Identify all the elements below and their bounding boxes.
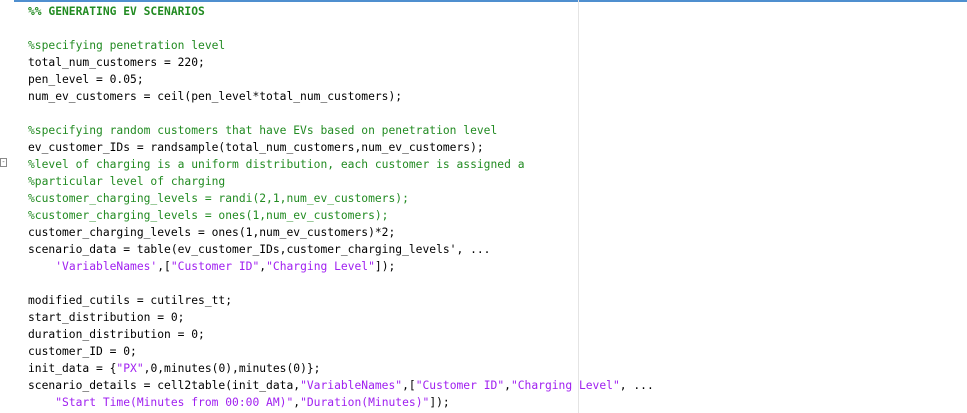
collapse-icon[interactable]: - [0, 158, 7, 167]
code-token: duration_distribution = 0; [28, 328, 205, 341]
code-line[interactable]: %specifying penetration level [28, 37, 654, 54]
code-line[interactable]: %% GENERATING EV SCENARIOS [28, 3, 654, 20]
editor-gutter: - [0, 0, 14, 413]
code-token: ]); [374, 260, 396, 273]
code-token: num_ev_customers = ceil(pen_level*total_… [28, 90, 403, 103]
comment-token: %particular level of charging [28, 175, 226, 188]
comment-token: %specifying penetration level [28, 39, 226, 52]
code-line[interactable]: scenario_details = cell2table(init_data,… [28, 377, 654, 394]
comment-token: %level of charging is a uniform distribu… [28, 158, 525, 171]
code-line[interactable]: %customer_charging_levels = ones(1,num_e… [28, 207, 654, 224]
code-token: ,[ [402, 379, 416, 392]
code-line[interactable]: modified_cutils = cutilres_tt; [28, 292, 654, 309]
code-line[interactable]: "Start Time(Minutes from 00:00 AM)","Dur… [28, 394, 654, 411]
editor-top-border [0, 0, 967, 2]
comment-token: %% GENERATING EV SCENARIOS [28, 5, 205, 18]
code-token: ,0,minutes(0),minutes(0)}; [143, 362, 321, 375]
comment-token: %customer_charging_levels = ones(1,num_e… [28, 209, 389, 222]
code-token: scenario_data = table(ev_customer_IDs,cu… [28, 243, 491, 256]
code-text-area[interactable]: %% GENERATING EV SCENARIOS %specifying p… [28, 3, 654, 411]
code-line[interactable]: scenario_data = table(ev_customer_IDs,cu… [28, 241, 654, 258]
code-line[interactable]: pen_level = 0.05; [28, 71, 654, 88]
string-token: "Charging Level" [266, 260, 375, 273]
string-token: "Charging Level" [510, 379, 620, 392]
code-line[interactable]: customer_ID = 0; [28, 343, 654, 360]
code-token: , ... [619, 379, 654, 392]
string-token: "Customer ID" [415, 379, 505, 392]
code-token: ,[ [157, 260, 171, 273]
code-line[interactable]: %particular level of charging [28, 173, 654, 190]
code-token: modified_cutils = cutilres_tt; [28, 294, 233, 307]
string-token: "Duration(Minutes)" [300, 396, 430, 409]
code-token: total_num_customers = 220; [28, 56, 205, 69]
string-token: "Customer ID" [170, 260, 260, 273]
code-line[interactable]: 'VariableNames',["Customer ID","Charging… [28, 258, 654, 275]
comment-token: %specifying random customers that have E… [28, 124, 498, 137]
code-line[interactable]: customer_charging_levels = ones(1,num_ev… [28, 224, 654, 241]
code-token: init_data = { [28, 362, 117, 375]
code-line[interactable]: %level of charging is a uniform distribu… [28, 156, 654, 173]
code-line[interactable]: duration_distribution = 0; [28, 326, 654, 343]
code-line[interactable]: num_ev_customers = ceil(pen_level*total_… [28, 88, 654, 105]
string-token: "VariableNames" [300, 379, 403, 392]
code-line[interactable]: start_distribution = 0; [28, 309, 654, 326]
code-line[interactable]: %customer_charging_levels = randi(2,1,nu… [28, 190, 654, 207]
code-line[interactable]: total_num_customers = 220; [28, 54, 654, 71]
code-line[interactable]: init_data = {"PX",0,minutes(0),minutes(0… [28, 360, 654, 377]
string-token: 'VariableNames' [55, 260, 158, 273]
code-line[interactable] [28, 105, 654, 122]
code-token: customer_ID = 0; [28, 345, 137, 358]
code-line[interactable]: %specifying random customers that have E… [28, 122, 654, 139]
code-token: ev_customer_IDs = randsample(total_num_c… [28, 141, 484, 154]
code-line[interactable]: ev_customer_IDs = randsample(total_num_c… [28, 139, 654, 156]
string-token: "PX" [116, 362, 144, 375]
code-token: customer_charging_levels = ones(1,num_ev… [28, 226, 396, 239]
code-token: scenario_details = cell2table(init_data, [28, 379, 301, 392]
code-line[interactable] [28, 20, 654, 37]
code-editor[interactable]: - %% GENERATING EV SCENARIOS %specifying… [0, 0, 967, 413]
string-token: "Start Time(Minutes from 00:00 AM)" [55, 396, 294, 409]
code-token: pen_level = 0.05; [28, 73, 144, 86]
comment-token: %customer_charging_levels = randi(2,1,nu… [28, 192, 409, 205]
code-token: start_distribution = 0; [28, 311, 185, 324]
code-token: , [504, 379, 511, 392]
code-line[interactable] [28, 275, 654, 292]
code-token: ]); [429, 396, 450, 409]
